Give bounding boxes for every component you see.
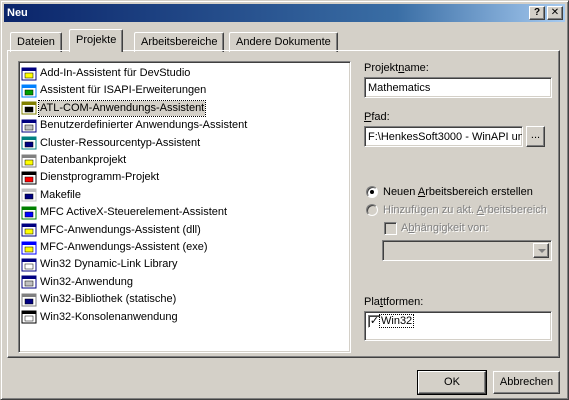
chevron-down-icon[interactable] [533,243,549,258]
list-item[interactable]: Cluster-Ressourcentyp-Assistent [21,135,201,152]
list-item-label: Cluster-Ressourcentyp-Assistent [40,136,201,149]
path-field[interactable]: F:\HenkesSoft3000 - WinAPI un [364,126,523,147]
path-label: Pfad: [364,111,390,123]
window-title: Neu [7,7,28,19]
list-item-label: Makefile [40,188,81,201]
list-item[interactable]: MFC-Anwendungs-Assistent (dll) [21,222,202,239]
project-name-label: Projektname: [364,62,429,74]
list-item-label: Benutzerdefinierter Anwendungs-Assistent [40,119,248,132]
globe-icon [21,83,37,99]
cluster-icon [21,135,37,151]
add-to-workspace-label: Hinzufügen zu akt. Arbeitsbereich [383,204,547,216]
new-dialog-window: Neu ? ✕ Dateien Projekte Arbeitsbereiche… [0,0,569,400]
wizard-icon [21,66,37,82]
list-item[interactable]: Makefile [21,187,82,204]
list-item-label: MFC ActiveX-Steuerelement-Assistent [40,206,228,219]
tab-arbeitsbereiche[interactable]: Arbeitsbereiche [134,32,225,52]
console-icon [21,309,37,325]
list-item[interactable]: ATL-COM-Anwendungs-Assistent [21,99,207,117]
list-item[interactable]: Add-In-Assistent für DevStudio [21,65,191,82]
makefile-icon [21,187,37,203]
custom-wizard-icon [21,118,37,134]
dependency-checkbox[interactable] [384,222,397,235]
add-to-workspace-radio[interactable] [366,204,378,216]
list-item-label: MFC-Anwendungs-Assistent (exe) [40,241,208,253]
list-item[interactable]: Dienstprogramm-Projekt [21,169,160,186]
win32-app-icon [21,274,37,290]
activex-icon [21,205,37,221]
list-item-label: Datenbankprojekt [40,154,127,166]
list-item[interactable]: MFC-Anwendungs-Assistent (exe) [21,239,209,256]
close-button[interactable]: ✕ [547,6,563,20]
list-item[interactable]: Win32 Dynamic-Link Library [21,256,179,273]
platform-win32-label: Win32 [378,314,415,328]
list-item[interactable]: Win32-Konsolenanwendung [21,309,179,326]
dependency-label: Abhängigkeit von: [401,222,489,234]
list-item-label: MFC-Anwendungs-Assistent (dll) [40,223,201,236]
atl-icon [21,100,37,116]
tab-andere-dokumente[interactable]: Andere Dokumente [229,32,338,52]
list-item[interactable]: Win32-Bibliothek (statische) [21,291,177,308]
ok-button[interactable]: OK [417,370,487,395]
dll-icon [21,257,37,273]
list-item[interactable]: Benutzerdefinierter Anwendungs-Assistent [21,117,248,134]
project-type-list[interactable]: Add-In-Assistent für DevStudio Assistent … [18,61,351,353]
mfc-dll-icon [21,222,37,238]
browse-button[interactable]: ... [526,126,545,147]
tab-projekte[interactable]: Projekte [69,29,124,52]
list-item-label: Win32-Konsolenanwendung [40,310,178,323]
title-bar[interactable]: Neu ? ✕ [4,4,565,22]
list-item-label: ATL-COM-Anwendungs-Assistent [37,99,207,117]
list-item[interactable]: Assistent für ISAPI-Erweiterungen [21,82,207,99]
new-workspace-label: Neuen Arbeitsbereich erstellen [383,186,533,198]
dependency-combo[interactable] [382,240,552,261]
library-icon [21,292,37,308]
database-icon [21,153,37,169]
list-item-label: Dienstprogramm-Projekt [40,171,160,184]
list-item[interactable]: MFC ActiveX-Steuerelement-Assistent [21,204,228,221]
utility-icon [21,170,37,186]
new-workspace-radio[interactable] [366,186,378,198]
list-item-label: Assistent für ISAPI-Erweiterungen [40,84,207,97]
list-item[interactable]: Win32-Anwendung [21,274,134,291]
list-item-label: Win32 Dynamic-Link Library [40,258,178,271]
platforms-label: Plattformen: [364,296,424,308]
list-item-label: Win32-Anwendung [40,275,133,288]
list-item-label: Add-In-Assistent für DevStudio [40,67,191,79]
help-button[interactable]: ? [529,6,545,20]
mfc-exe-icon [21,240,37,256]
list-item[interactable]: Datenbankprojekt [21,152,127,169]
platforms-list[interactable]: ✓ Win32 [364,311,552,341]
cancel-button[interactable]: Abbrechen [493,371,560,394]
project-name-field[interactable]: Mathematics [364,77,552,98]
list-item-label: Win32-Bibliothek (statische) [40,293,177,306]
tab-dateien[interactable]: Dateien [10,32,62,52]
